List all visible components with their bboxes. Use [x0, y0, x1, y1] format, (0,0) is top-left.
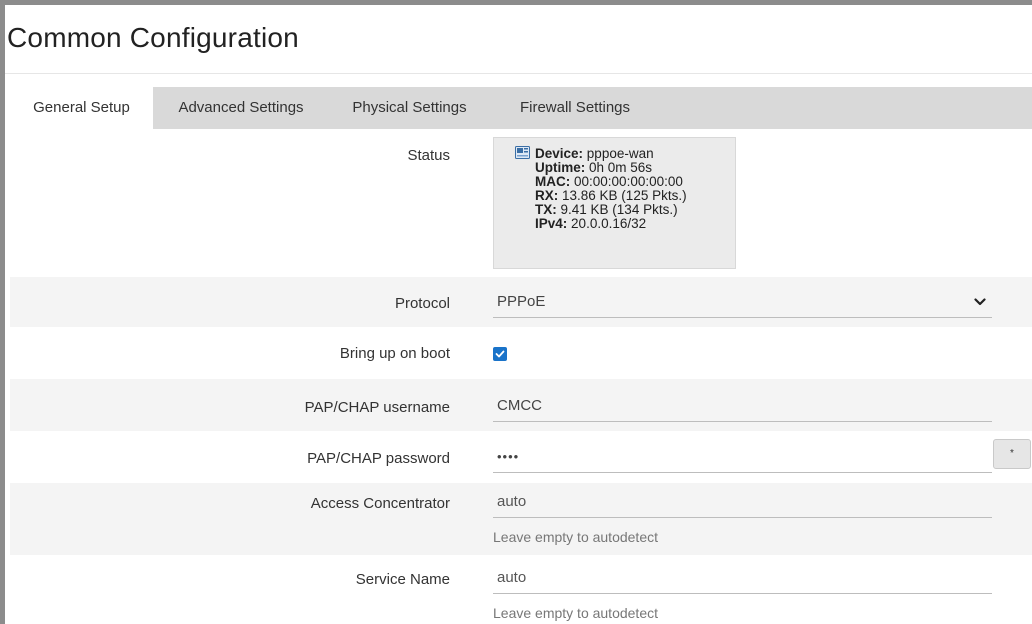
service-name-input[interactable]: auto: [493, 561, 992, 594]
network-device-icon: [515, 146, 530, 159]
username-value: CMCC: [497, 397, 542, 414]
service-name-row: Service Name auto Leave empty to autodet…: [10, 555, 1032, 624]
access-concentrator-input[interactable]: auto: [493, 485, 992, 518]
status-device: Device: pppoe-wan: [535, 146, 654, 161]
status-details: Device: pppoe-wan Uptime: 0h 0m 56s MAC:…: [535, 147, 687, 231]
service-name-label: Service Name: [355, 571, 450, 588]
chevron-down-icon: [974, 294, 986, 306]
access-concentrator-row: Access Concentrator auto Leave empty to …: [10, 483, 1032, 555]
title-divider: [5, 73, 1032, 74]
status-label: Status: [407, 147, 450, 164]
status-uptime: Uptime: 0h 0m 56s: [535, 160, 653, 175]
username-input[interactable]: CMCC: [493, 389, 992, 422]
status-ipv4: IPv4: 20.0.0.16/32: [535, 216, 647, 231]
service-name-placeholder: auto: [497, 569, 527, 586]
status-tx: TX: 9.41 KB (134 Pkts.): [535, 202, 678, 217]
username-row: PAP/CHAP username CMCC: [10, 379, 1032, 431]
boot-row: Bring up on boot: [10, 327, 1032, 379]
boot-label: Bring up on boot: [339, 345, 450, 362]
tab-firewall-settings[interactable]: Firewall Settings: [490, 87, 660, 129]
page-title: Common Configuration: [7, 22, 299, 53]
access-concentrator-hint: Leave empty to autodetect: [493, 529, 658, 545]
config-page: Common Configuration General Setup Advan…: [5, 5, 1032, 624]
protocol-value: PPPoE: [497, 293, 546, 310]
tab-advanced-settings[interactable]: Advanced Settings: [153, 87, 329, 129]
password-value: ••••: [497, 449, 520, 464]
access-concentrator-label: Access Concentrator: [310, 495, 450, 512]
username-label: PAP/CHAP username: [304, 399, 450, 416]
password-input[interactable]: ••••: [493, 440, 992, 473]
boot-checkbox[interactable]: [493, 347, 507, 361]
service-name-hint: Leave empty to autodetect: [493, 605, 658, 621]
status-rx: RX: 13.86 KB (125 Pkts.): [535, 188, 687, 203]
protocol-row: Protocol PPPoE: [10, 277, 1032, 327]
protocol-select[interactable]: PPPoE: [493, 285, 992, 318]
password-label: PAP/CHAP password: [307, 450, 450, 467]
password-row: PAP/CHAP password •••• *: [10, 431, 1032, 483]
access-concentrator-placeholder: auto: [497, 493, 527, 510]
status-panel: Device: pppoe-wan Uptime: 0h 0m 56s MAC:…: [493, 137, 736, 269]
status-row: Status Device: pppoe-wan Uptime: 0h 0m 5…: [10, 129, 1032, 277]
tab-bar: General Setup Advanced Settings Physical…: [10, 87, 1032, 129]
tab-general-setup[interactable]: General Setup: [10, 87, 153, 129]
status-mac: MAC: 00:00:00:00:00:00: [535, 174, 683, 189]
tab-physical-settings[interactable]: Physical Settings: [329, 87, 490, 129]
protocol-label: Protocol: [394, 295, 450, 312]
check-icon: [495, 350, 505, 358]
reveal-password-button[interactable]: *: [993, 439, 1031, 469]
